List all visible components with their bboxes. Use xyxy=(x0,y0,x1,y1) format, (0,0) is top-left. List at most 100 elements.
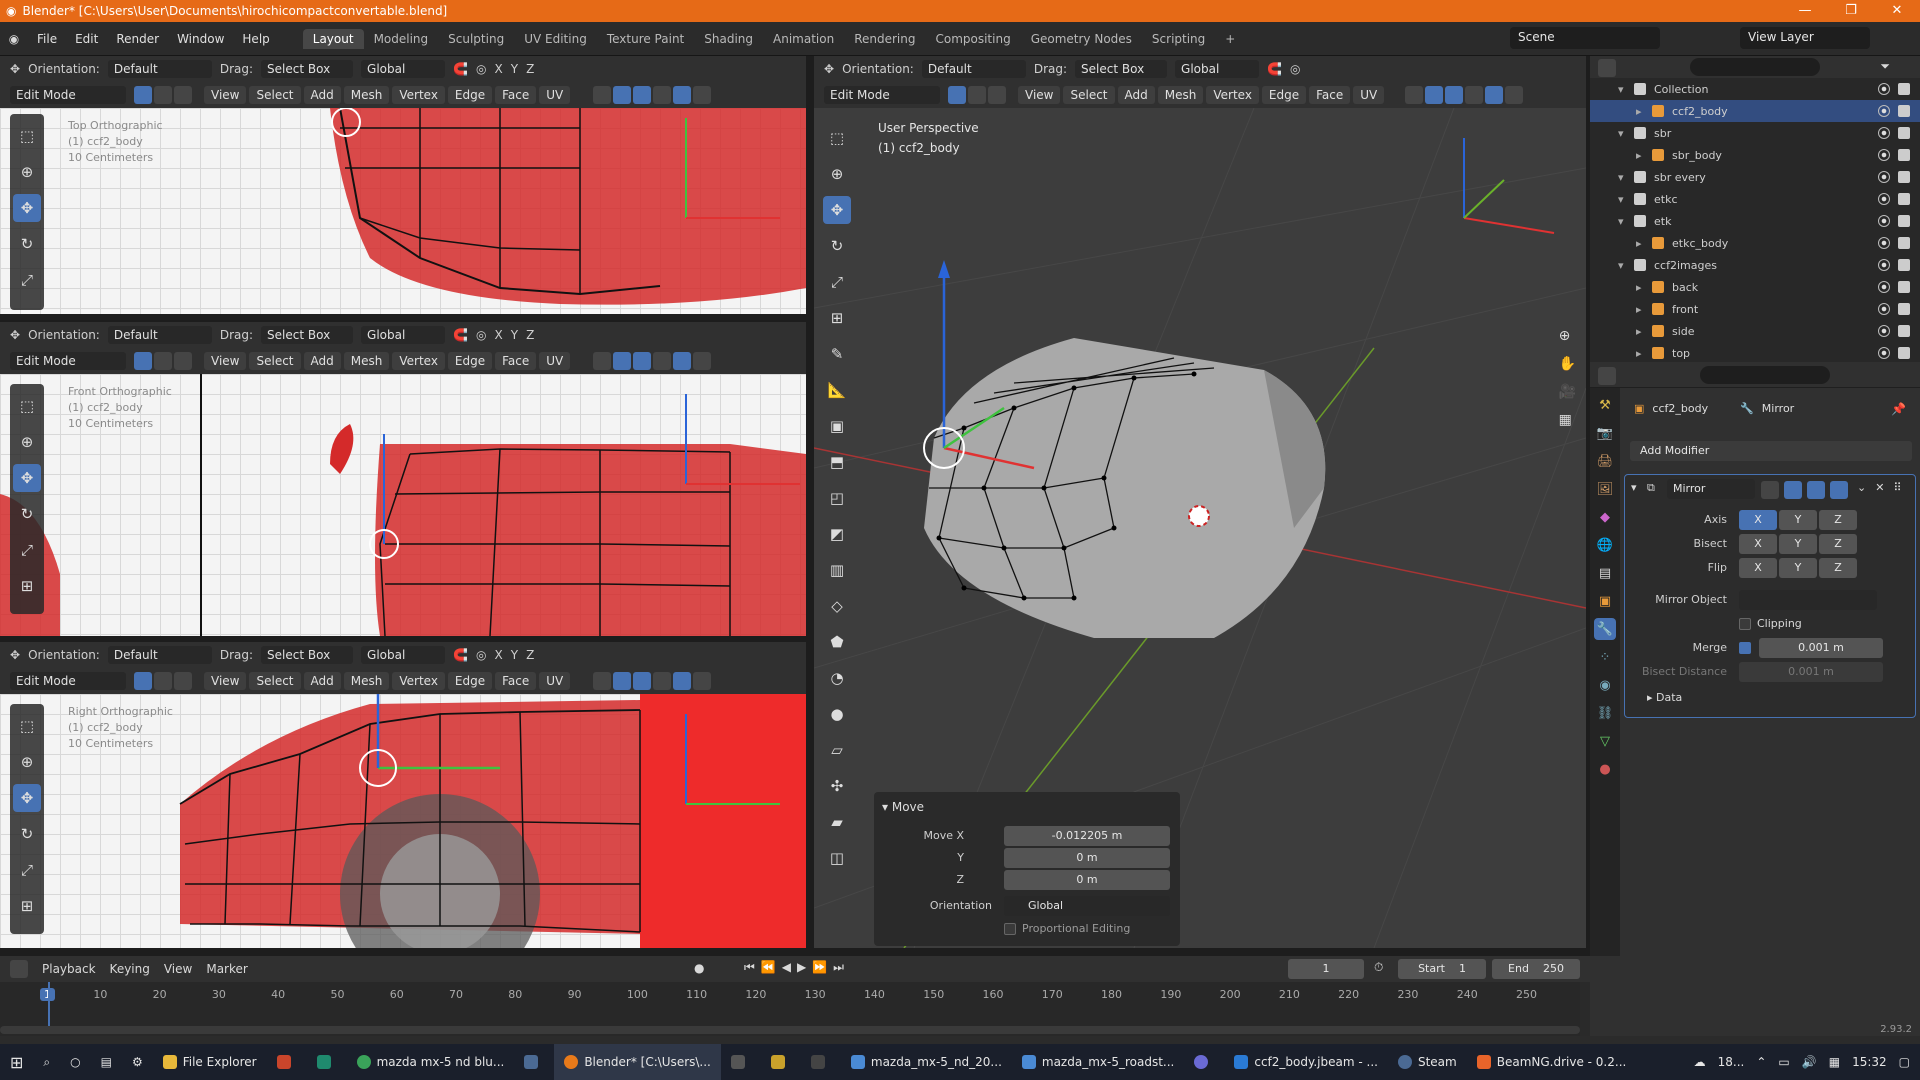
smooth-icon[interactable]: ● xyxy=(823,700,851,728)
expand-chevron-icon[interactable]: ▸ xyxy=(1636,237,1642,250)
task-view-icon[interactable]: ▤ xyxy=(91,1044,122,1080)
proportional-icon[interactable]: ◎ xyxy=(1290,62,1300,76)
menu-uv[interactable]: UV xyxy=(1353,86,1385,104)
orientation-select[interactable]: Global xyxy=(1004,896,1170,916)
collapse-chevron-icon[interactable]: ▾ xyxy=(1631,481,1637,494)
knife-icon[interactable]: ◇ xyxy=(823,592,851,620)
menu-add[interactable]: Add xyxy=(1117,86,1155,104)
wireframe-shading-icon[interactable] xyxy=(653,86,672,104)
select-box-icon[interactable]: ⬚ xyxy=(13,122,41,150)
mirror-object-field[interactable] xyxy=(1739,590,1877,610)
drag-dropdown[interactable]: Select Box xyxy=(1075,60,1168,78)
menu-select[interactable]: Select xyxy=(249,86,301,104)
menu-edge[interactable]: Edge xyxy=(447,86,493,104)
timeline-track[interactable]: 1102030405060708090100110120130140150160… xyxy=(0,982,1580,1036)
transform-orientation-dropdown[interactable]: Global xyxy=(361,646,446,664)
visibility-icon[interactable] xyxy=(593,86,612,104)
expand-chevron-icon[interactable]: ▸ xyxy=(1636,105,1642,118)
bevel-icon[interactable]: ◩ xyxy=(823,520,851,548)
data-subpanel-header[interactable]: ▸ Data xyxy=(1647,691,1682,704)
mode-dropdown[interactable]: Edit Mode xyxy=(10,672,126,690)
tray-chevron-icon[interactable]: ⌃ xyxy=(1756,1055,1766,1069)
render-camera-icon[interactable] xyxy=(1898,347,1910,359)
network-icon[interactable]: ▭ xyxy=(1778,1055,1789,1069)
outliner-row[interactable]: ▸ ccf2_body xyxy=(1590,100,1920,122)
wireframe-shading-icon[interactable] xyxy=(1465,86,1484,104)
scale-tool-icon[interactable]: ⤢ xyxy=(823,268,851,296)
vertex-select-icon[interactable] xyxy=(948,86,966,104)
visibility-eye-icon[interactable] xyxy=(1878,149,1890,161)
inset-icon[interactable]: ◰ xyxy=(823,484,851,512)
expand-chevron-icon[interactable]: ▸ xyxy=(1636,281,1642,294)
gizmo-icon[interactable] xyxy=(613,352,632,370)
visibility-eye-icon[interactable] xyxy=(1878,237,1890,249)
expand-chevron-icon[interactable]: ▾ xyxy=(1618,193,1624,206)
menu-view[interactable]: View xyxy=(204,86,247,104)
rotate-tool-icon[interactable]: ↻ xyxy=(13,820,41,848)
shear-icon[interactable]: ▰ xyxy=(823,808,851,836)
menu-mesh[interactable]: Mesh xyxy=(1157,86,1204,104)
transform-icon[interactable]: ✥ xyxy=(10,648,20,662)
menu-view[interactable]: View xyxy=(204,672,247,690)
menu-uv[interactable]: UV xyxy=(539,86,571,104)
modifier-name-field[interactable]: Mirror xyxy=(1667,479,1755,499)
view-layer-tab-icon[interactable]: 🖼 xyxy=(1594,478,1616,500)
output-tab-icon[interactable]: 🖨 xyxy=(1594,450,1616,472)
properties-search-input[interactable] xyxy=(1700,366,1830,384)
outliner-row[interactable]: ▸ top xyxy=(1590,342,1920,364)
render-toggle-icon[interactable] xyxy=(1830,481,1848,499)
edge-select-icon[interactable] xyxy=(154,86,172,104)
menu-vertex[interactable]: Vertex xyxy=(1206,86,1259,104)
language-icon[interactable]: ▦ xyxy=(1829,1055,1840,1069)
rip-icon[interactable]: ◫ xyxy=(823,844,851,872)
scale-tool-icon[interactable]: ⤢ xyxy=(13,266,41,294)
close-icon[interactable]: ✕ xyxy=(1874,0,1920,22)
visibility-eye-icon[interactable] xyxy=(1878,259,1890,271)
drag-dropdown[interactable]: Select Box xyxy=(261,326,354,344)
start-frame-field[interactable]: 1 xyxy=(1459,962,1466,975)
render-camera-icon[interactable] xyxy=(1898,237,1910,249)
transform-icon[interactable]: ✥ xyxy=(824,62,834,76)
rotate-tool-icon[interactable]: ↻ xyxy=(823,232,851,260)
visibility-eye-icon[interactable] xyxy=(1878,193,1890,205)
move-tool-icon[interactable]: ✥ xyxy=(13,464,41,492)
outliner-row[interactable]: ▾ etkc xyxy=(1590,188,1920,210)
playhead[interactable] xyxy=(48,982,50,1026)
extrude-icon[interactable]: ⬒ xyxy=(823,448,851,476)
expand-chevron-icon[interactable]: ▾ xyxy=(1618,171,1624,184)
visibility-eye-icon[interactable] xyxy=(1878,215,1890,227)
scene-tab-icon[interactable]: ◆ xyxy=(1594,506,1616,528)
flip-z-toggle[interactable]: Z xyxy=(1819,558,1857,578)
current-frame-field[interactable]: 1 xyxy=(1288,959,1364,979)
cursor-icon[interactable]: ⊕ xyxy=(13,428,41,456)
edit-cage-icon[interactable] xyxy=(1761,481,1779,499)
move-z-field[interactable]: 0 m xyxy=(1004,870,1170,890)
menu-select[interactable]: Select xyxy=(249,352,301,370)
gizmo-icon[interactable] xyxy=(613,86,632,104)
proportional-icon[interactable]: ◎ xyxy=(476,62,486,76)
move-panel-header[interactable]: ▾ Move xyxy=(882,800,924,814)
select-box-icon[interactable]: ⬚ xyxy=(13,712,41,740)
mirror-y-toggle[interactable]: Y xyxy=(511,328,518,342)
render-camera-icon[interactable] xyxy=(1898,83,1910,95)
edit-mode-toggle-icon[interactable] xyxy=(1784,481,1802,499)
visibility-eye-icon[interactable] xyxy=(1878,303,1890,315)
remove-modifier-icon[interactable]: ✕ xyxy=(1875,481,1884,499)
merge-distance-field[interactable]: 0.001 m xyxy=(1759,638,1883,658)
vertex-select-icon[interactable] xyxy=(134,672,152,690)
transform-icon[interactable]: ✥ xyxy=(10,62,20,76)
modifier-menu-chevron-icon[interactable]: ⌄ xyxy=(1857,481,1866,499)
mode-dropdown[interactable]: Edit Mode xyxy=(10,352,126,370)
render-camera-icon[interactable] xyxy=(1898,171,1910,183)
solid-shading-icon[interactable] xyxy=(673,352,692,370)
minimize-icon[interactable]: — xyxy=(1782,0,1828,22)
outliner-row[interactable]: ▾ etk xyxy=(1590,210,1920,232)
blender-menu-icon[interactable]: ◉ xyxy=(0,32,28,46)
expand-chevron-icon[interactable]: ▸ xyxy=(1636,347,1642,360)
mode-dropdown[interactable]: Edit Mode xyxy=(824,86,940,104)
expand-chevron-icon[interactable]: ▾ xyxy=(1618,83,1624,96)
constraints-tab-icon[interactable]: ⛓ xyxy=(1594,702,1616,724)
outliner-row[interactable]: ▸ side xyxy=(1590,320,1920,342)
move-tool-icon[interactable]: ✥ xyxy=(823,196,851,224)
axis-x-toggle[interactable]: X xyxy=(1739,510,1777,530)
